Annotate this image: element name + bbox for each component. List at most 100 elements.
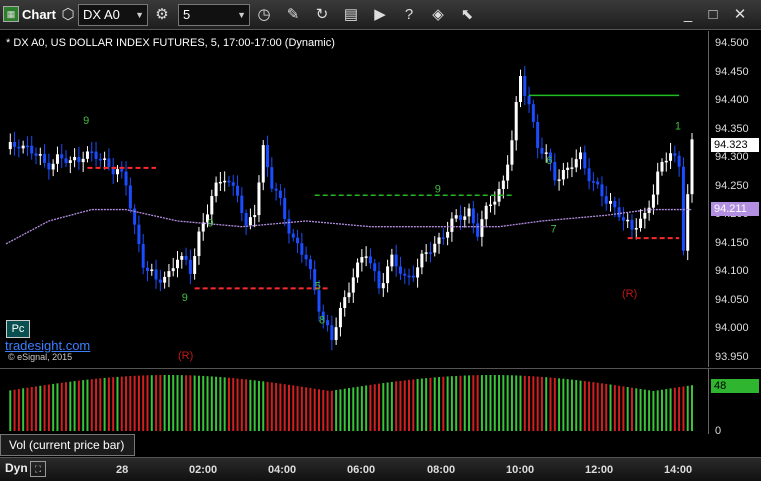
pencil-icon[interactable]: ✎ bbox=[283, 5, 303, 25]
volume-bar bbox=[60, 382, 63, 431]
price-axis-label: 94.100 bbox=[715, 265, 749, 278]
pc-badge[interactable]: Pc bbox=[6, 320, 30, 338]
volume-bar bbox=[227, 377, 230, 431]
candle-body bbox=[686, 194, 690, 251]
volume-bar bbox=[429, 377, 432, 431]
volume-bar bbox=[210, 376, 213, 431]
maximize-button[interactable]: □ bbox=[703, 5, 723, 25]
volume-bar bbox=[17, 389, 20, 431]
volume-bar bbox=[47, 384, 50, 431]
candle-body bbox=[115, 169, 119, 175]
candle-body bbox=[651, 194, 655, 208]
watermark-link[interactable]: tradesight.com bbox=[5, 338, 90, 353]
candle-body bbox=[450, 218, 454, 232]
volume-bar bbox=[330, 390, 333, 431]
candle-body bbox=[527, 95, 531, 105]
candle-body bbox=[386, 266, 390, 284]
volume-bar bbox=[502, 375, 505, 431]
candle-body bbox=[308, 259, 312, 270]
candle-body bbox=[25, 145, 29, 148]
symbol-dropdown-icon[interactable]: ▼ bbox=[135, 5, 144, 25]
candle-body bbox=[351, 277, 355, 293]
price-axis[interactable]: 94.500 94.450 94.400 94.350 94.300 94.250 94.2… bbox=[708, 31, 761, 367]
chart-window-icon[interactable]: ▦ bbox=[3, 6, 19, 22]
volume-bar bbox=[112, 377, 115, 431]
volume-bar bbox=[545, 377, 548, 431]
volume-bar bbox=[442, 376, 445, 431]
volume-bar bbox=[159, 375, 162, 431]
volume-bar bbox=[206, 376, 209, 431]
volume-bar bbox=[489, 375, 492, 431]
volume-bar bbox=[266, 381, 269, 431]
volume-panel[interactable] bbox=[0, 368, 708, 434]
volume-bar bbox=[287, 384, 290, 431]
price-chart-area[interactable]: 9 9 9 5 8 9 6 7 1 (R) (R) * DX A0, US DOLLAR INDEX… bbox=[0, 31, 708, 367]
candle-body bbox=[458, 215, 462, 220]
symbol-value: DX A0 bbox=[83, 7, 120, 22]
candle-body bbox=[583, 152, 587, 169]
close-button[interactable]: ✕ bbox=[730, 5, 750, 25]
candle-body bbox=[330, 325, 334, 341]
candle-body bbox=[124, 171, 128, 186]
candle-body bbox=[467, 208, 471, 217]
candle-body bbox=[98, 158, 102, 161]
volume-bar bbox=[82, 380, 85, 431]
volume-bar bbox=[22, 388, 25, 431]
volume-bar bbox=[39, 385, 42, 431]
volume-bar bbox=[588, 381, 591, 431]
candle-body bbox=[377, 271, 381, 289]
symbol-link-icon[interactable]: ⬡ bbox=[58, 5, 78, 25]
candle-body bbox=[158, 279, 162, 283]
volume-bar bbox=[313, 388, 316, 431]
volume-tab[interactable]: Vol (current price bar) bbox=[0, 434, 135, 456]
symbol-input[interactable]: DX A0 ▼ bbox=[78, 4, 148, 26]
lock-icon[interactable]: ⛶ bbox=[30, 461, 46, 477]
candle-body bbox=[128, 185, 132, 209]
candle-body bbox=[587, 168, 591, 182]
sequence-label: 9 bbox=[208, 218, 214, 230]
clock-icon[interactable]: ◷ bbox=[254, 5, 274, 25]
interval-input[interactable]: 5 ▼ bbox=[178, 4, 250, 26]
help-icon[interactable]: ? bbox=[399, 5, 419, 25]
volume-bar bbox=[373, 384, 376, 431]
volume-bar bbox=[107, 377, 110, 431]
candle-body bbox=[677, 155, 681, 167]
refresh-icon[interactable]: ↻ bbox=[312, 5, 332, 25]
volume-bar bbox=[352, 387, 355, 431]
candle-body bbox=[55, 154, 59, 164]
volume-bar bbox=[570, 379, 573, 431]
volume-bar bbox=[583, 381, 586, 431]
r-label: (R) bbox=[178, 350, 193, 362]
candle-body bbox=[343, 297, 347, 308]
mode-label[interactable]: Dyn bbox=[5, 461, 28, 475]
volume-bar bbox=[185, 375, 188, 431]
volume-bar bbox=[459, 375, 462, 431]
settings-gear-icon[interactable]: ⚙ bbox=[152, 5, 172, 25]
candle-body bbox=[13, 142, 17, 147]
minimize-button[interactable]: _ bbox=[678, 5, 698, 25]
play-icon[interactable]: ▶ bbox=[370, 5, 390, 25]
calculator-icon[interactable]: ▤ bbox=[341, 5, 361, 25]
volume-bar bbox=[412, 379, 415, 431]
x-axis-label: 14:00 bbox=[664, 464, 693, 476]
volume-bar bbox=[369, 384, 372, 431]
interval-dropdown-icon[interactable]: ▼ bbox=[237, 5, 246, 25]
candle-body bbox=[51, 163, 55, 170]
candle-body bbox=[137, 224, 141, 245]
sequence-label: 8 bbox=[319, 315, 325, 327]
candle-body bbox=[85, 151, 89, 159]
volume-bar bbox=[35, 386, 38, 431]
candle-body bbox=[463, 216, 467, 220]
volume-bar bbox=[223, 377, 226, 431]
last-price-box: 94.323 bbox=[711, 138, 759, 153]
volume-bar bbox=[77, 380, 80, 431]
volume-bar bbox=[146, 375, 149, 431]
cursor-icon[interactable]: ⬉ bbox=[457, 5, 477, 25]
tag-icon[interactable]: ◈ bbox=[428, 5, 448, 25]
volume-bar bbox=[433, 377, 436, 431]
candle-body bbox=[197, 231, 201, 257]
volume-bar bbox=[395, 381, 398, 431]
candle-body bbox=[600, 184, 604, 197]
volume-bar bbox=[99, 378, 102, 431]
candle-body bbox=[446, 231, 450, 238]
